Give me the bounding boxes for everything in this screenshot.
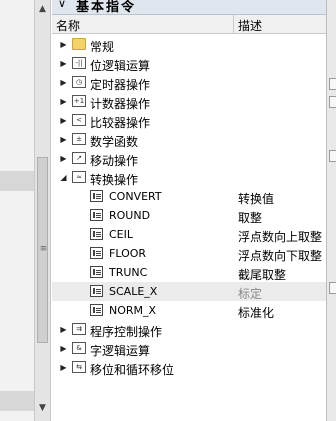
expand-arrow-icon[interactable]: ▶: [59, 324, 68, 335]
tree-item-word-logic[interactable]: ▶ & 字逻辑运算: [52, 339, 326, 358]
tree-item-convert[interactable]: ◢ ≈ 转换操作: [52, 168, 326, 187]
grip-icon: ≡: [39, 244, 48, 254]
expand-arrow-icon[interactable]: ▶: [59, 96, 68, 107]
instruction-name: NORM_X: [109, 304, 157, 317]
instruction-description: 截尾取整: [238, 268, 287, 282]
instruction-scale-x[interactable]: SCALE_X 标定: [52, 282, 326, 301]
tree-item-label: 转换操作: [90, 173, 139, 187]
convert-icon: ≈: [72, 171, 86, 183]
instruction-norm-x[interactable]: NORM_X 标准化: [52, 301, 326, 320]
left-pane: [0, 0, 34, 421]
math-icon: ±: [72, 133, 86, 145]
instruction-icon: [90, 190, 103, 202]
scroll-up-arrow-icon[interactable]: ▲: [35, 2, 50, 17]
move-icon: ↗: [72, 152, 86, 164]
instruction-name: FLOOR: [109, 247, 147, 260]
tree-item-label: 计数器操作: [90, 97, 151, 111]
tree-item-label: 位逻辑运算: [90, 59, 151, 73]
expand-arrow-icon[interactable]: ▶: [59, 362, 68, 373]
instruction-convert[interactable]: CONVERT 转换值: [52, 187, 326, 206]
panel-title: 基本指令: [76, 0, 137, 15]
expand-arrow-icon[interactable]: ▶: [59, 134, 68, 145]
instruction-description: 标定: [238, 287, 263, 301]
shift-rotate-icon: ⇆: [72, 361, 86, 373]
right-edge-tab[interactable]: [329, 78, 336, 90]
column-divider[interactable]: [233, 15, 234, 33]
tree-item-move[interactable]: ▶ ↗ 移动操作: [52, 149, 326, 168]
tree-item-label: 字逻辑运算: [90, 344, 151, 358]
instruction-description: 转换值: [238, 192, 275, 206]
right-edge-tab[interactable]: [329, 282, 336, 294]
instruction-description: 浮点数向上取整: [238, 230, 323, 244]
right-edge-panel: [326, 0, 336, 421]
instruction-description: 标准化: [238, 306, 275, 320]
column-header: 名称 描述: [52, 15, 326, 34]
right-edge-tab[interactable]: [329, 150, 336, 162]
instruction-icon: [90, 228, 103, 240]
instruction-icon: [90, 209, 103, 221]
instruction-name: TRUNC: [109, 266, 148, 279]
expand-arrow-icon[interactable]: ▶: [59, 77, 68, 88]
counter-icon: +1: [72, 95, 86, 107]
instruction-name: CONVERT: [109, 190, 162, 203]
expand-arrow-icon[interactable]: ▶: [59, 39, 68, 50]
instruction-icon: [90, 285, 103, 297]
expand-arrow-icon[interactable]: ▶: [59, 153, 68, 164]
folder-icon: [72, 38, 86, 50]
comparator-icon: <: [72, 114, 86, 126]
panel-header[interactable]: ∨ 基本指令: [52, 0, 326, 15]
column-name-header[interactable]: 名称: [56, 17, 80, 34]
left-pane-selected-row[interactable]: [0, 171, 34, 191]
tree-item-label: 移位和循环移位: [90, 363, 175, 377]
instructions-panel: ∨ 基本指令 名称 描述 ▶ 常规 ▶ -|| 位逻辑运算 ▶ ◷ 定时器操作 …: [52, 0, 326, 421]
instruction-name: CEIL: [109, 228, 134, 241]
expand-arrow-icon[interactable]: ▶: [59, 58, 68, 69]
tree-item-label: 程序控制操作: [90, 325, 163, 339]
left-pane-bottom-row[interactable]: [0, 391, 34, 411]
expand-arrow-icon[interactable]: ▶: [59, 343, 68, 354]
timer-icon: ◷: [72, 76, 86, 88]
tree-item-label: 常规: [90, 40, 115, 54]
expand-arrow-icon[interactable]: ▶: [59, 115, 68, 126]
instruction-ceil[interactable]: CEIL 浮点数向上取整: [52, 225, 326, 244]
tree-item-bit-logic[interactable]: ▶ -|| 位逻辑运算: [52, 54, 326, 73]
instruction-round[interactable]: ROUND 取整: [52, 206, 326, 225]
tree-item-program-control[interactable]: ▶ ⇉ 程序控制操作: [52, 320, 326, 339]
scrollbar-thumb[interactable]: ≡: [37, 157, 48, 343]
tree-item-comparator[interactable]: ▶ < 比较器操作: [52, 111, 326, 130]
collapse-chevron-icon[interactable]: ∨: [58, 0, 66, 10]
instruction-trunc[interactable]: TRUNC 截尾取整: [52, 263, 326, 282]
bit-logic-icon: -||: [72, 57, 86, 69]
instruction-description: 取整: [238, 211, 263, 225]
tree-item-label: 数学函数: [90, 135, 139, 149]
scroll-down-arrow-icon[interactable]: ▼: [35, 401, 50, 416]
instruction-name: SCALE_X: [109, 285, 158, 298]
tree-item-timer[interactable]: ▶ ◷ 定时器操作: [52, 73, 326, 92]
tree-item-label: 比较器操作: [90, 116, 151, 130]
vertical-scrollbar[interactable]: ▲ ≡ ▼: [34, 0, 51, 421]
tree-item-shift-rotate[interactable]: ▶ ⇆ 移位和循环移位: [52, 358, 326, 377]
tree-item-label: 移动操作: [90, 154, 139, 168]
instruction-icon: [90, 266, 103, 278]
tree-item-counter[interactable]: ▶ +1 计数器操作: [52, 92, 326, 111]
instruction-name: ROUND: [109, 209, 151, 222]
right-edge-tab[interactable]: [329, 96, 336, 108]
instruction-floor[interactable]: FLOOR 浮点数向下取整: [52, 244, 326, 263]
instruction-icon: [90, 247, 103, 259]
tree-item-label: 定时器操作: [90, 78, 151, 92]
tree-item-general[interactable]: ▶ 常规: [52, 35, 326, 54]
word-logic-icon: &: [72, 342, 86, 354]
column-description-header[interactable]: 描述: [238, 17, 262, 34]
program-control-icon: ⇉: [72, 323, 86, 335]
tree-item-math[interactable]: ▶ ± 数学函数: [52, 130, 326, 149]
collapse-arrow-icon[interactable]: ◢: [59, 172, 68, 183]
instruction-icon: [90, 304, 103, 316]
instruction-description: 浮点数向下取整: [238, 249, 323, 263]
